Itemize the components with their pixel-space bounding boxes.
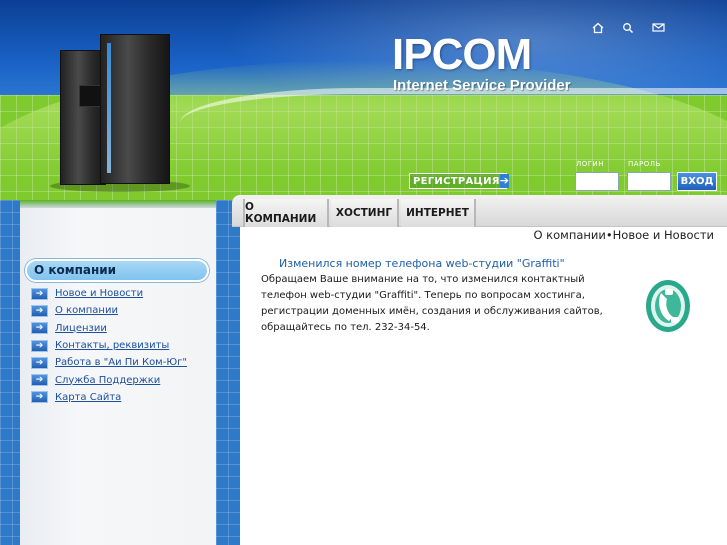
arrow-right-icon: ➔ bbox=[31, 374, 48, 387]
main-content bbox=[240, 200, 727, 545]
sidebar-item-jobs[interactable]: ➔ Работа в "Аи Пи Ком-Юг" bbox=[31, 354, 216, 371]
news-title[interactable]: Изменился номер телефона web-студии "Gra… bbox=[279, 257, 565, 270]
password-label: ПАРОЛЬ bbox=[628, 160, 661, 168]
page: IPCOM Internet Service Provider РЕГИСТРА… bbox=[0, 0, 727, 545]
sidebar-item-label: О компании bbox=[55, 305, 118, 317]
login-submit-button[interactable]: ВХОД bbox=[677, 172, 717, 191]
sidebar-section-title: О компании bbox=[25, 259, 209, 282]
register-button[interactable]: РЕГИСТРАЦИЯ ➔ bbox=[409, 173, 509, 189]
mail-icon[interactable] bbox=[650, 22, 666, 36]
arrow-right-icon: ➔ bbox=[31, 287, 48, 300]
brand-title: IPCOM bbox=[392, 30, 532, 79]
register-button-label: РЕГИСТРАЦИЯ bbox=[413, 175, 500, 187]
sidebar-item-news[interactable]: ➔ Новое и Новости bbox=[31, 285, 216, 302]
sidebar-item-about[interactable]: ➔ О компании bbox=[31, 302, 216, 319]
news-body: Обращаем Ваше внимание на то, что измени… bbox=[261, 274, 603, 333]
top-icon-bar bbox=[590, 22, 666, 36]
login-label: ЛОГИН bbox=[576, 160, 605, 168]
sidebar-item-label: Служба Поддержки bbox=[55, 374, 161, 386]
tab-about[interactable]: О КОМПАНИИ bbox=[243, 199, 329, 227]
sidebar-item-sitemap[interactable]: ➔ Карта Сайта bbox=[31, 389, 216, 406]
sidebar-item-label: Лицензии bbox=[55, 322, 107, 334]
sidebar-item-licenses[interactable]: ➔ Лицензии bbox=[31, 320, 216, 337]
breadcrumb: О компании•Новое и Новости bbox=[533, 228, 714, 242]
arrow-right-icon: ➔ bbox=[499, 174, 509, 188]
sidebar-item-contacts[interactable]: ➔ Контакты, реквизиты bbox=[31, 337, 216, 354]
arrow-right-icon: ➔ bbox=[31, 391, 48, 404]
sidebar-item-support[interactable]: ➔ Служба Поддержки bbox=[31, 371, 216, 388]
brand-subtitle: Internet Service Provider bbox=[393, 77, 571, 94]
search-icon[interactable] bbox=[620, 22, 636, 36]
sidebar-item-label: Новое и Новости bbox=[55, 288, 144, 300]
tab-internet[interactable]: ИНТЕРНЕТ bbox=[401, 199, 476, 227]
sidebar-item-label: Карта Сайта bbox=[55, 391, 122, 403]
arrow-right-icon: ➔ bbox=[31, 322, 48, 335]
sidebar-nav: ➔ Новое и Новости ➔ О компании ➔ Лицензи… bbox=[31, 285, 216, 406]
login-input[interactable] bbox=[575, 172, 619, 191]
arrow-right-icon: ➔ bbox=[31, 339, 48, 352]
server-rack-image bbox=[100, 34, 170, 184]
sidebar-item-label: Контакты, реквизиты bbox=[55, 340, 170, 352]
header-swoosh bbox=[180, 88, 727, 158]
phone-icon bbox=[643, 277, 693, 335]
arrow-right-icon: ➔ bbox=[31, 304, 48, 317]
sidebar-item-label: Работа в "Аи Пи Ком-Юг" bbox=[55, 357, 187, 369]
arrow-right-icon: ➔ bbox=[31, 356, 48, 369]
home-icon[interactable] bbox=[590, 22, 606, 36]
password-input[interactable] bbox=[627, 172, 671, 191]
tab-hosting[interactable]: ХОСТИНГ bbox=[331, 199, 399, 227]
